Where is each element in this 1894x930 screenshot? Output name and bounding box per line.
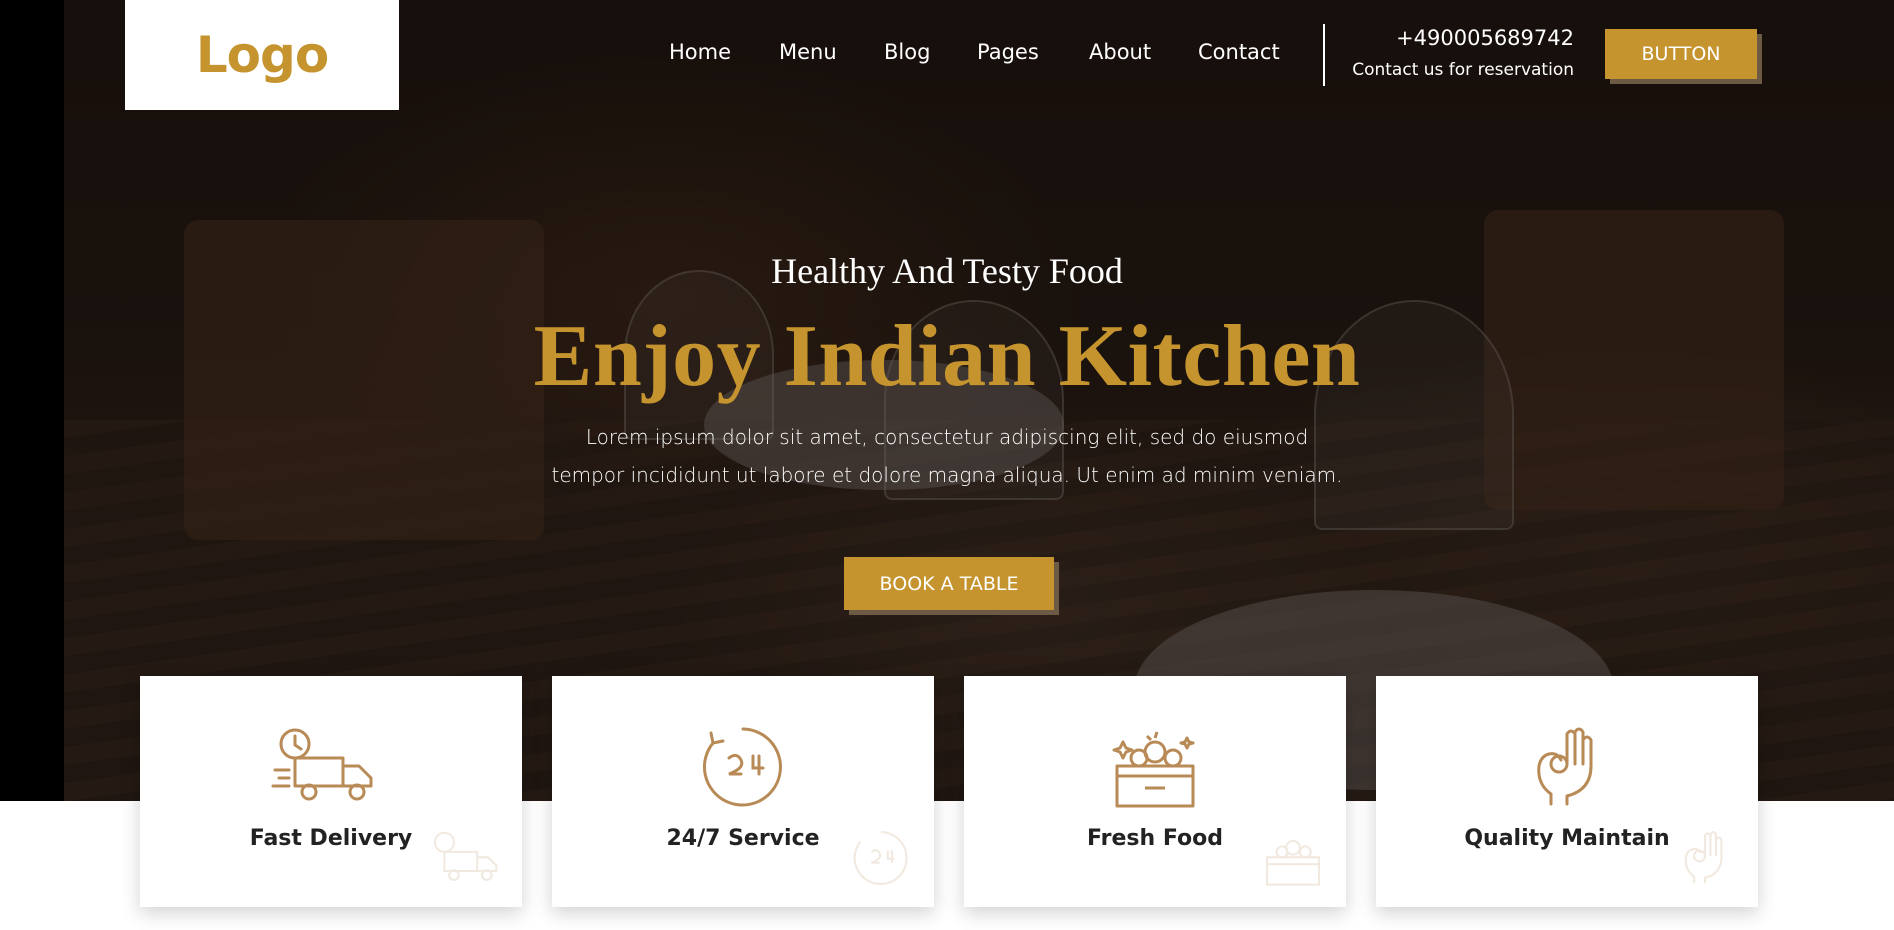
delivery-truck-icon bbox=[433, 831, 498, 881]
ok-hand-icon bbox=[1684, 831, 1723, 884]
feature-card-fresh-food[interactable]: Fresh Food bbox=[964, 676, 1346, 907]
feature-card-24-7-service[interactable]: 24/7 Service bbox=[552, 676, 934, 907]
nav-item-about[interactable]: About bbox=[1089, 40, 1151, 64]
logo[interactable]: Logo bbox=[125, 0, 399, 110]
hero-title: Enjoy Indian Kitchen bbox=[533, 308, 1361, 405]
ok-hand-icon bbox=[1537, 727, 1593, 806]
feature-card-quality-maintain[interactable]: Quality Maintain bbox=[1376, 676, 1758, 907]
hero-subtitle: Healthy And Testy Food bbox=[771, 251, 1123, 291]
feature-card-fast-delivery[interactable]: Fast Delivery bbox=[140, 676, 522, 907]
nav-item-home[interactable]: Home bbox=[669, 40, 731, 64]
nav-item-contact[interactable]: Contact bbox=[1198, 40, 1280, 64]
book-table-button[interactable]: BOOK A TABLE bbox=[844, 557, 1054, 610]
fresh-food-basket-icon bbox=[1266, 839, 1320, 886]
reservation-text: Contact us for reservation bbox=[1352, 60, 1574, 80]
clock-24-icon bbox=[853, 831, 908, 885]
header-button[interactable]: BUTTON bbox=[1605, 29, 1757, 79]
phone-number[interactable]: +490005689742 bbox=[1396, 26, 1574, 50]
clock-24-icon bbox=[702, 727, 782, 807]
nav-item-blog[interactable]: Blog bbox=[884, 40, 930, 64]
nav-item-pages[interactable]: Pages bbox=[977, 40, 1039, 64]
nav-item-menu[interactable]: Menu bbox=[779, 40, 837, 64]
delivery-truck-icon bbox=[271, 728, 373, 801]
hero-description: Lorem ipsum dolor sit amet, consectetur … bbox=[551, 425, 1343, 487]
logo-text: Logo bbox=[195, 26, 329, 84]
nav-divider bbox=[1323, 24, 1325, 86]
fresh-food-basket-icon bbox=[1112, 731, 1195, 808]
